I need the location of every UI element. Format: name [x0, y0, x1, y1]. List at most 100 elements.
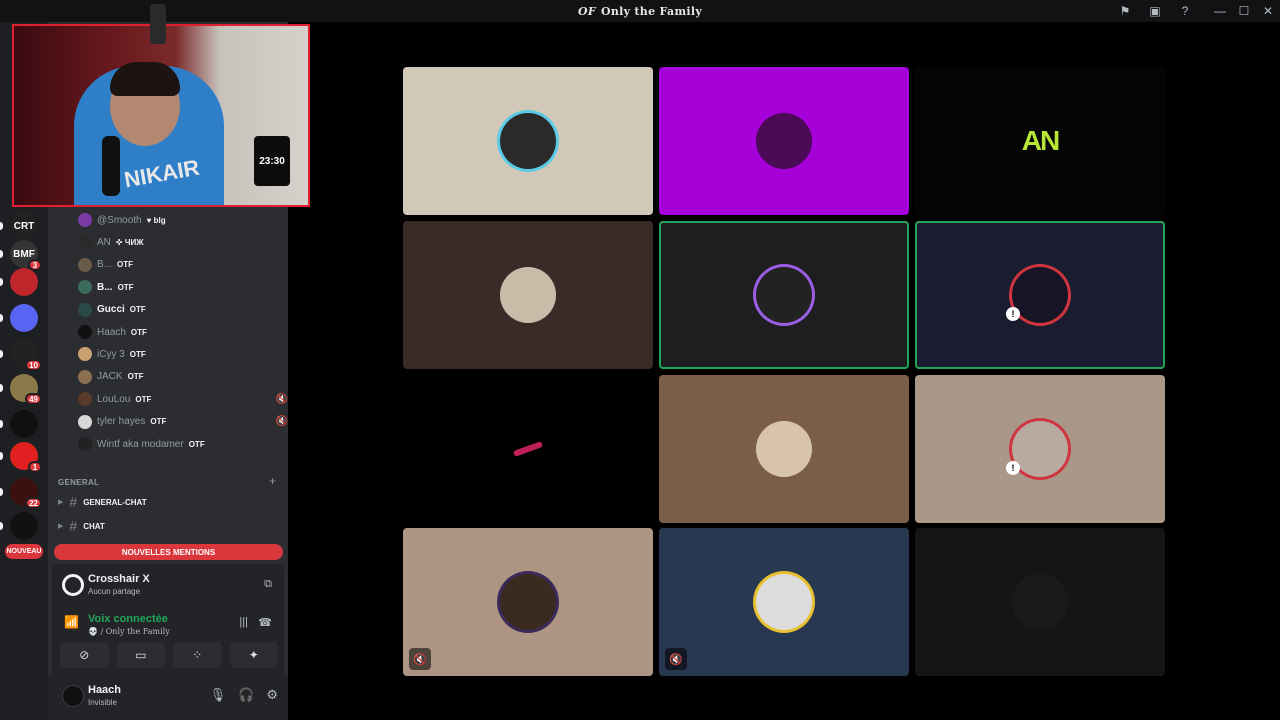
title-bar: OF Only the Family ⚑ ▣ ? — ☐ ✕	[0, 0, 1280, 22]
stream-icon[interactable]: ⧉	[264, 578, 272, 591]
new-mentions-bar[interactable]: NOUVELLES MENTIONS	[54, 544, 283, 560]
desk-clock: 23:30	[254, 136, 290, 186]
participant-avatar	[500, 113, 556, 169]
server-icon[interactable]	[10, 268, 38, 296]
participant-avatar	[756, 574, 812, 630]
close-button[interactable]: ✕	[1256, 0, 1280, 22]
inbox-icon[interactable]: ▣	[1140, 0, 1170, 22]
participant-tile[interactable]: !	[915, 375, 1165, 523]
microphone-icon[interactable]: 🎙	[210, 687, 227, 703]
voice-member[interactable]: LouLou OTF 🔇	[78, 389, 288, 409]
user-status: Invisible	[88, 698, 117, 707]
server-logo-icon: OF	[577, 4, 596, 18]
user-name[interactable]: Haach	[88, 684, 121, 696]
window-title: OF Only the Family	[578, 5, 702, 18]
voice-member[interactable]: tyler hayes OTF 🔇	[78, 412, 288, 432]
voice-status[interactable]: Voix connectée	[88, 613, 168, 625]
member-tag: ♥ blg	[146, 215, 166, 225]
category-general[interactable]: GENERAL	[58, 478, 99, 487]
activity-subtitle: Aucun partage	[88, 587, 141, 596]
avatar[interactable]	[62, 685, 84, 707]
participant-tile[interactable]	[403, 221, 653, 369]
activity-voice-panel: Crosshair X Aucun partage ⧉ 📶 Voix conne…	[52, 564, 284, 694]
member-tag: OTF	[127, 372, 144, 382]
server-icon[interactable]: 10	[10, 340, 42, 371]
channel-label: GENERAL-CHAT	[83, 497, 147, 507]
unread-pill	[0, 420, 3, 428]
voice-member[interactable]: Wintf aka modamer OTF	[78, 434, 278, 454]
help-icon[interactable]: ?	[1170, 0, 1200, 22]
noise-suppression-icon[interactable]: |||	[239, 616, 248, 628]
server-icon[interactable]	[10, 410, 38, 438]
flag-icon[interactable]: ⚑	[1110, 0, 1140, 22]
avatar	[78, 302, 92, 317]
mention-badge: 49	[25, 393, 42, 405]
participant-tile[interactable]: AN	[915, 67, 1165, 215]
maximize-button[interactable]: ☐	[1232, 0, 1256, 22]
participant-tile[interactable]	[659, 375, 909, 523]
voice-member[interactable]: Gucci OTF	[78, 300, 278, 320]
text-channel-icon: #	[69, 518, 78, 534]
add-channel-button[interactable]: +	[269, 474, 276, 488]
voice-member[interactable]: B... OTF	[78, 277, 278, 297]
member-name: AN	[97, 236, 111, 248]
avatar	[78, 347, 92, 362]
avatar	[78, 235, 92, 250]
server-icon[interactable]	[10, 304, 38, 332]
channel-chat[interactable]: ▶ # CHAT	[58, 516, 105, 536]
avatar	[78, 392, 92, 407]
unread-pill	[0, 222, 3, 230]
screen-share-button[interactable]: ▭	[116, 642, 165, 668]
soundboard-button[interactable]: ✦	[229, 642, 278, 668]
server-icon[interactable]: 49	[10, 374, 42, 405]
voice-member[interactable]: @Smooth ♥ blg	[78, 210, 278, 230]
participant-avatar	[756, 421, 812, 477]
unread-pill	[0, 278, 3, 286]
signal-icon[interactable]: 📶	[64, 615, 79, 629]
server-icon[interactable]: 22	[10, 478, 42, 509]
headphones-icon[interactable]: 🎧	[238, 687, 254, 703]
channel-general-chat[interactable]: ▶ # GENERAL-CHAT	[58, 492, 147, 512]
avatar	[78, 414, 92, 429]
streamer-hair	[110, 62, 180, 96]
voice-member[interactable]: B... OTF	[78, 255, 278, 275]
unread-pill	[0, 384, 3, 392]
participant-tile[interactable]	[403, 67, 653, 215]
participant-tile[interactable]	[659, 67, 909, 215]
voice-member[interactable]: iCyy 3 OTF	[78, 344, 278, 364]
voice-channel[interactable]: 💀 / Only the Family	[88, 627, 170, 636]
server-icon[interactable]: CRT	[10, 212, 38, 240]
avatar	[78, 325, 92, 339]
server-icon[interactable]: BMF 3	[10, 240, 42, 271]
minimize-button[interactable]: —	[1208, 0, 1232, 22]
server-icon[interactable]: 1	[10, 442, 42, 473]
new-badge[interactable]: NOUVEAU	[5, 544, 43, 559]
muted-icon: 🔇	[665, 648, 687, 670]
participant-tile[interactable]: 🔇	[403, 528, 653, 676]
disconnect-icon[interactable]: ☎	[258, 616, 272, 629]
voice-member[interactable]: AN ✜ ЧИЖ	[78, 232, 278, 252]
mention-badge: 22	[25, 497, 42, 509]
voice-member[interactable]: JACK OTF	[78, 367, 278, 387]
member-name: Haach	[97, 326, 126, 338]
participant-avatar	[756, 267, 812, 323]
voice-member[interactable]: Haach OTF	[78, 322, 278, 342]
alert-icon: !	[1006, 461, 1020, 475]
gear-icon[interactable]: ⚙	[266, 687, 278, 703]
expand-arrow-icon: ▶	[58, 499, 64, 506]
alert-icon: !	[1006, 307, 1020, 321]
participant-tile[interactable]: !	[915, 221, 1165, 369]
member-name: LouLou	[97, 393, 131, 405]
text-channel-icon: #	[69, 494, 78, 510]
participant-tile[interactable]	[915, 528, 1165, 676]
activities-button[interactable]: ⁘	[173, 642, 222, 668]
mention-badge: 10	[25, 359, 42, 371]
camera-off-button[interactable]: ⊘	[60, 642, 109, 668]
activity-title: Crosshair X	[88, 573, 150, 585]
participant-avatar	[1012, 574, 1068, 630]
participant-tile[interactable]: 🔇	[659, 528, 909, 676]
participant-tile[interactable]	[659, 221, 909, 369]
participant-tile[interactable]	[403, 375, 653, 523]
server-icon[interactable]	[10, 512, 38, 540]
participant-avatar	[756, 113, 812, 169]
